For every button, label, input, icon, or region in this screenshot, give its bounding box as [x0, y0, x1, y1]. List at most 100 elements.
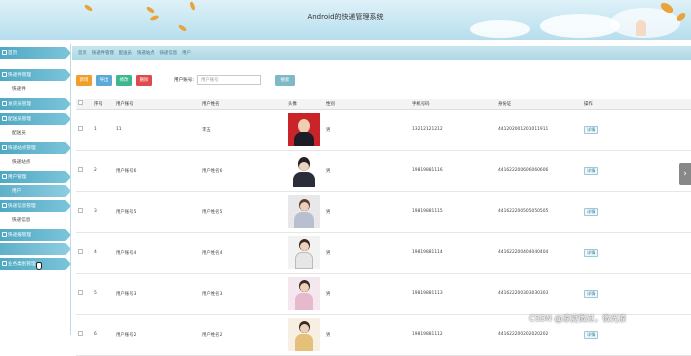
- search-input[interactable]: 用户账号: [196, 75, 261, 85]
- sidebar-item-report-mgmt[interactable]: 快递报管理: [0, 229, 71, 241]
- cell-no: 1: [92, 109, 114, 151]
- sidebar-subitem-info[interactable]: 快递信息: [0, 214, 71, 226]
- cell-account: 用户账号5: [114, 191, 200, 233]
- search-label: 用户账号:: [174, 78, 194, 83]
- table-row[interactable]: 2 用户账号6 用户姓名6 男 19819881116 441622200606…: [76, 150, 691, 192]
- avatar: [288, 236, 320, 269]
- sidebar-divider: [70, 44, 71, 335]
- table-row[interactable]: 5 用户账号3 用户姓名3 男 19819881113 441622200303…: [76, 273, 691, 315]
- column-header[interactable]: 操作: [582, 99, 691, 110]
- row-checkbox[interactable]: [78, 208, 83, 213]
- cell-idcard: 441622200505050505: [496, 191, 582, 233]
- category-icon: [2, 261, 7, 266]
- avatar: [288, 113, 320, 146]
- cell-account: 11: [114, 109, 200, 151]
- breadcrumb-item[interactable]: 快递件管理: [92, 50, 114, 56]
- cell-name: 用户姓名6: [200, 150, 286, 192]
- cell-gender: 男: [324, 191, 410, 233]
- column-header[interactable]: 用户账号: [114, 99, 200, 110]
- sidebar-item-home[interactable]: 首页: [0, 47, 71, 59]
- chevron-right-icon[interactable]: ›: [679, 163, 691, 185]
- cell-phone: 19819881114: [410, 232, 496, 274]
- table-row[interactable]: 1 11 李五 男 13212121212 441202001201011911…: [76, 109, 691, 151]
- home-icon: [2, 50, 7, 55]
- detail-button[interactable]: 详情: [584, 248, 599, 257]
- sidebar-subitem-package[interactable]: 快递件: [0, 83, 71, 95]
- detail-button[interactable]: 详情: [584, 289, 599, 298]
- cell-gender: 男: [324, 232, 410, 274]
- user-icon: [2, 174, 7, 179]
- station-icon: [2, 145, 7, 150]
- sidebar-item-shipper-mgmt[interactable]: 发货员管理: [0, 98, 71, 110]
- avatar: [288, 195, 320, 228]
- cell-no: 3: [92, 191, 114, 233]
- report-icon: [2, 232, 7, 237]
- column-header[interactable]: 用户姓名: [200, 99, 286, 110]
- export-button[interactable]: 导出: [96, 74, 112, 86]
- info-icon: [2, 203, 7, 208]
- row-checkbox[interactable]: [78, 331, 83, 336]
- cartoon-figure: [636, 20, 646, 36]
- cell-no: 4: [92, 232, 114, 274]
- toolbar: 新增 导出 修改 删除 用户账号: 用户账号 搜索: [76, 74, 295, 86]
- detail-button[interactable]: 详情: [584, 125, 599, 134]
- breadcrumb-item[interactable]: 快递站点: [137, 50, 155, 56]
- package-icon: [2, 72, 7, 77]
- cell-account: 用户账号6: [114, 150, 200, 192]
- breadcrumb-item[interactable]: 首页: [78, 50, 87, 56]
- cell-gender: 男: [324, 273, 410, 315]
- sidebar-item-user-mgmt[interactable]: 用户管理: [0, 171, 71, 183]
- cell-name: 用户姓名3: [200, 273, 286, 315]
- sidebar-subitem-report[interactable]: [0, 243, 71, 255]
- avatar: [288, 277, 320, 310]
- select-all-header[interactable]: [76, 99, 92, 110]
- courier-icon: [2, 116, 7, 121]
- leaf-decoration: [83, 3, 94, 13]
- row-checkbox[interactable]: [78, 290, 83, 295]
- cloud-decoration: [470, 20, 530, 38]
- table-row[interactable]: 4 用户账号4 用户姓名4 男 19819881114 441622200404…: [76, 232, 691, 274]
- avatar: [288, 154, 320, 187]
- detail-button[interactable]: 详情: [584, 207, 599, 216]
- sidebar: 首页 快递件管理 快递件 发货员管理 配送员管理 配送员 快递站点管理 快递站点…: [0, 44, 71, 335]
- column-header[interactable]: 身份证: [496, 99, 582, 110]
- column-header[interactable]: 序号: [92, 99, 114, 110]
- row-checkbox[interactable]: [78, 126, 83, 131]
- add-button[interactable]: 新增: [76, 74, 92, 86]
- cell-idcard: 441622200303030303: [496, 273, 582, 315]
- cell-phone: 13212121212: [410, 109, 496, 151]
- breadcrumb-item[interactable]: 快递信息: [160, 50, 178, 56]
- edit-button[interactable]: 修改: [116, 74, 132, 86]
- leaf-decoration: [189, 1, 196, 11]
- cell-name: 李五: [200, 109, 286, 151]
- cell-account: 用户账号4: [114, 232, 200, 274]
- cell-phone: 19819881115: [410, 191, 496, 233]
- shipper-icon: [2, 101, 7, 106]
- sidebar-subitem-station[interactable]: 快递站点: [0, 156, 71, 168]
- column-header[interactable]: 性别: [324, 99, 410, 110]
- search-button[interactable]: 搜索: [274, 74, 295, 86]
- watermark: CSDN @凉夏微过，微光凉: [529, 314, 627, 323]
- app-header: Android的快递管理系统: [0, 0, 691, 40]
- cell-name: 用户姓名4: [200, 232, 286, 274]
- delete-button[interactable]: 删除: [136, 74, 152, 86]
- cell-account: 用户账号3: [114, 273, 200, 315]
- sidebar-item-courier-mgmt[interactable]: 配送员管理: [0, 113, 71, 125]
- sidebar-item-package-mgmt[interactable]: 快递件管理: [0, 69, 71, 81]
- table-row[interactable]: 3 用户账号5 用户姓名5 男 19819881115 441622200505…: [76, 191, 691, 233]
- column-header[interactable]: 手机号码: [410, 99, 496, 110]
- row-checkbox[interactable]: [78, 249, 83, 254]
- row-checkbox[interactable]: [78, 167, 83, 172]
- sidebar-subitem-courier[interactable]: 配送员: [0, 127, 71, 139]
- breadcrumb-item[interactable]: 配送员: [119, 50, 132, 56]
- column-header[interactable]: 头像: [286, 99, 324, 110]
- sidebar-subitem-user[interactable]: 用户: [0, 185, 71, 197]
- cell-idcard: 441202001201011911: [496, 109, 582, 151]
- checkbox[interactable]: [78, 100, 83, 106]
- sidebar-item-station-mgmt[interactable]: 快递站点管理: [0, 142, 71, 154]
- detail-button[interactable]: 详情: [584, 166, 599, 175]
- cell-no: 5: [92, 273, 114, 315]
- breadcrumb-item[interactable]: 用户: [182, 50, 191, 56]
- sidebar-item-info-mgmt[interactable]: 快递信息管理: [0, 200, 71, 212]
- cell-phone: 19819881113: [410, 273, 496, 315]
